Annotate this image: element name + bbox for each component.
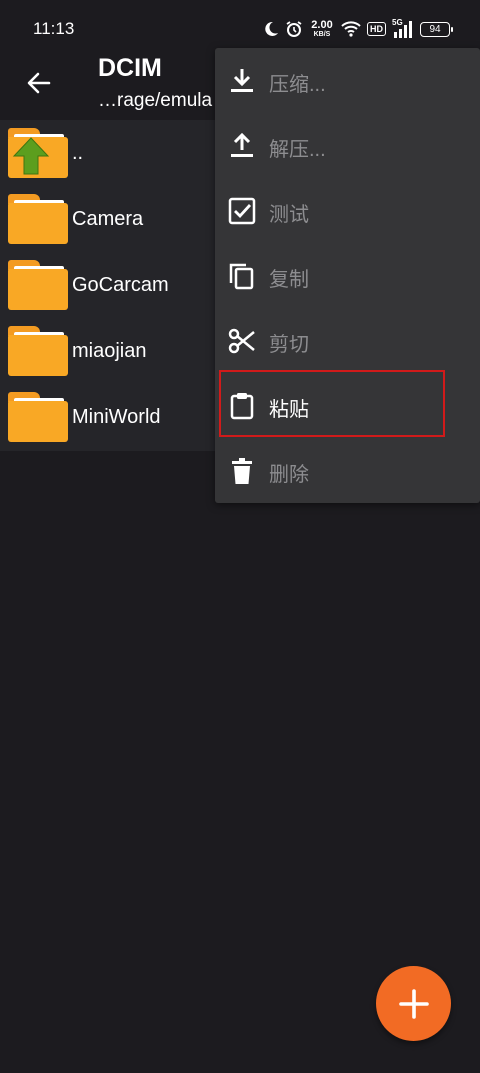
menu-item-label: 压缩... [269, 74, 326, 96]
checkbox-icon [228, 197, 256, 225]
folder-icon [8, 194, 68, 244]
menu-item-copy[interactable]: 复制 [215, 243, 480, 308]
hd-badge: HD [367, 22, 386, 36]
menu-item-test[interactable]: 测试 [215, 178, 480, 243]
wifi-icon [341, 21, 361, 37]
menu-item-compress[interactable]: 压缩... [215, 48, 480, 113]
menu-item-label: 剪切 [269, 334, 309, 356]
upload-icon [231, 132, 253, 157]
menu-item-cut[interactable]: 剪切 [215, 308, 480, 373]
trash-icon [232, 458, 252, 484]
moon-icon [263, 21, 279, 37]
menu-item-label: 删除 [269, 464, 309, 486]
highlight-box [219, 370, 445, 437]
arrow-left-icon [27, 72, 51, 94]
file-name: .. [72, 142, 84, 164]
download-icon [231, 69, 253, 92]
file-name: miaojian [72, 340, 147, 362]
menu-item-delete[interactable]: 删除 [215, 438, 480, 503]
menu-item-label: 测试 [269, 204, 309, 226]
menu-item-extract[interactable]: 解压... [215, 113, 480, 178]
copy-icon [229, 263, 254, 290]
menu-item-label: 解压... [269, 139, 326, 161]
folder-icon [8, 392, 68, 442]
folder-title: DCIM [98, 54, 162, 82]
scissors-icon [228, 328, 255, 354]
battery-indicator: 94 [420, 21, 453, 37]
net-speed-unit: KB/S [313, 30, 331, 38]
folder-icon [8, 326, 68, 376]
status-icons: 2.00 KB/S HD 5G 94 [263, 17, 453, 41]
back-button[interactable] [22, 66, 56, 100]
file-name: MiniWorld [72, 406, 161, 428]
signal-icon: 5G [392, 18, 414, 38]
folder-icon [8, 260, 68, 310]
net-speed-value: 2.00 [311, 18, 333, 31]
file-name: Camera [72, 208, 144, 230]
file-name: GoCarcam [72, 274, 169, 296]
net-speed: 2.00 KB/S [309, 18, 335, 39]
status-time: 11:13 [33, 19, 75, 38]
menu-item-label: 复制 [269, 269, 309, 291]
add-button[interactable] [376, 966, 451, 1041]
folder-up-icon [8, 128, 68, 178]
plus-icon [398, 988, 429, 1019]
folder-path: …rage/emula [98, 90, 213, 111]
alarm-icon [285, 20, 303, 38]
